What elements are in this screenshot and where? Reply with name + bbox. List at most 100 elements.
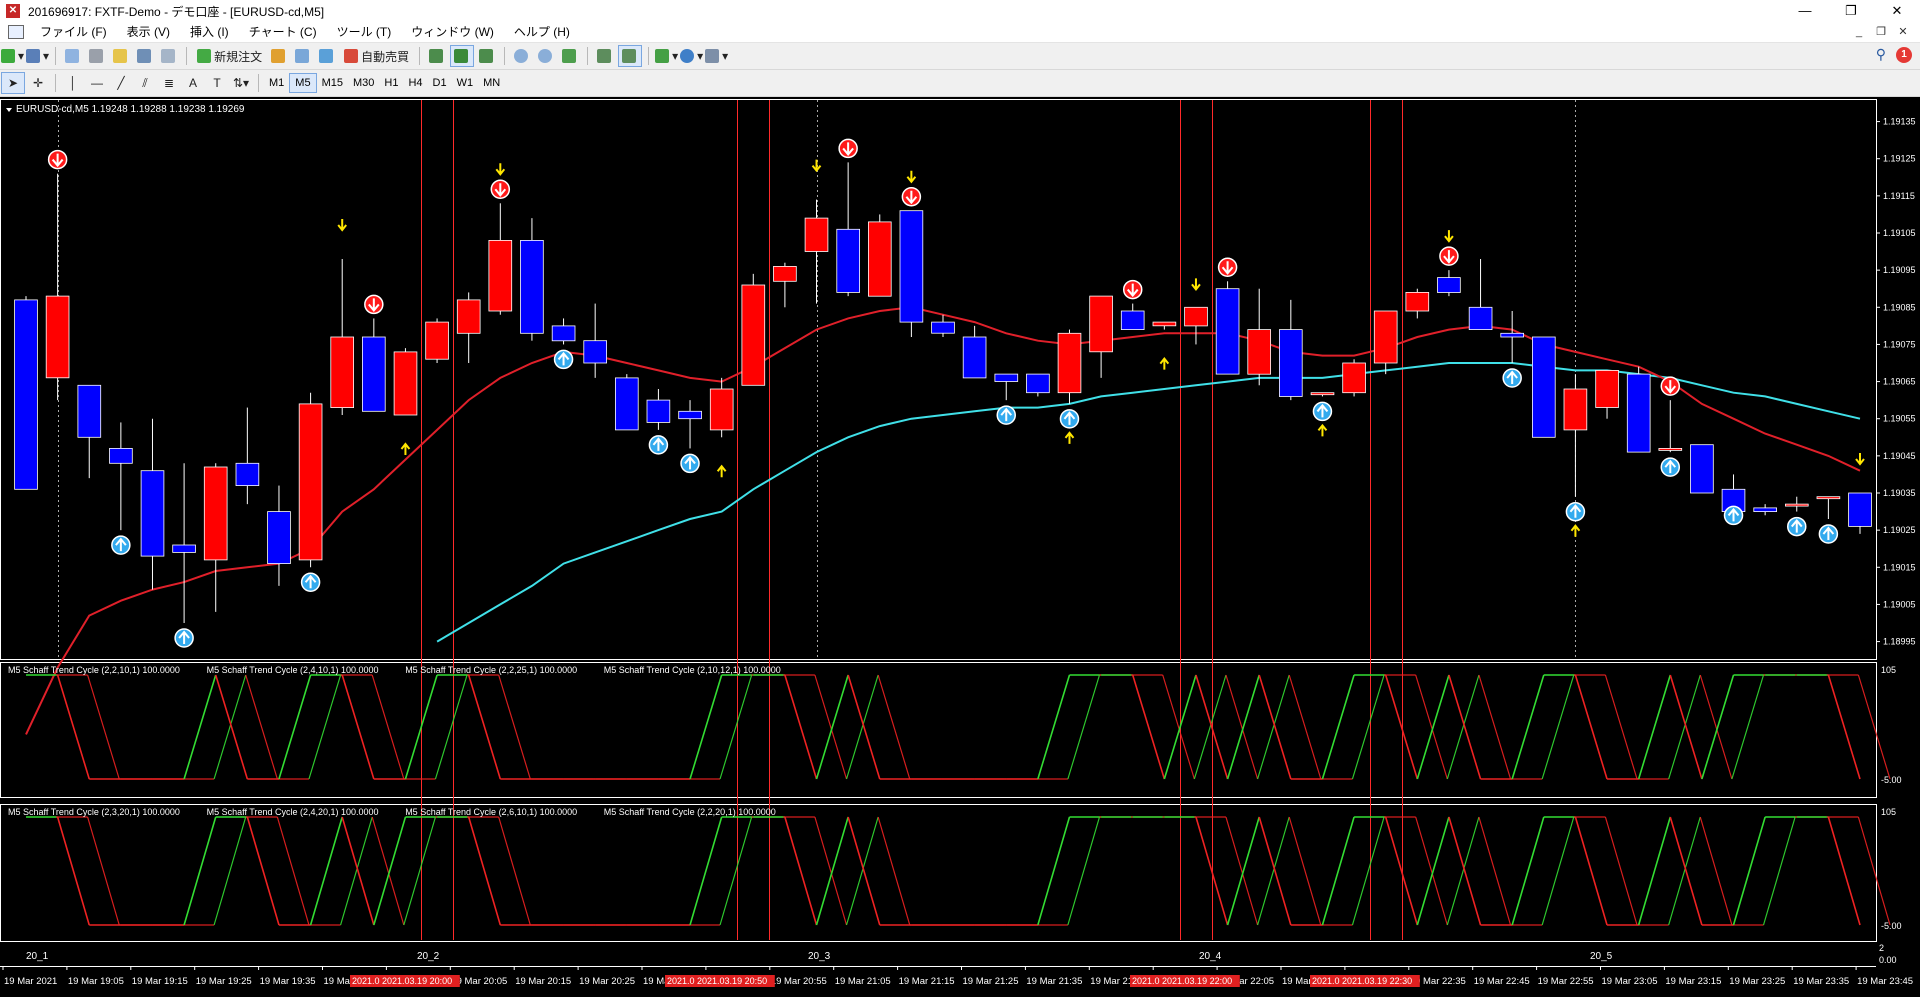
indicator2-label: M5 Schaff Trend Cycle (2,2,20,1) 100.000…	[604, 807, 776, 817]
new-order-label: 新規注文	[214, 49, 263, 64]
mdi-restore-icon[interactable]: ❐	[1870, 22, 1892, 42]
text-label-icon: T	[213, 76, 221, 90]
timeframe-m5[interactable]: M5	[289, 73, 317, 93]
trendline-button[interactable]: ╱	[110, 73, 132, 93]
time-axis-label: 19 Mar 21:25	[963, 976, 1019, 987]
text-button[interactable]: A	[182, 73, 204, 93]
profiles-button[interactable]: ▾	[26, 46, 49, 66]
menu-chart[interactable]: チャート (C)	[239, 22, 327, 42]
zoom-in-button[interactable]	[511, 46, 533, 66]
cursor-button[interactable]: ➤	[1, 72, 25, 94]
timeframe-m1[interactable]: M1	[264, 74, 289, 92]
price-axis-label: 1.19035	[1883, 488, 1916, 498]
timeframe-h1[interactable]: H1	[379, 74, 403, 92]
candle-body	[14, 299, 38, 490]
candlestick-button[interactable]	[450, 45, 475, 67]
menu-view[interactable]: 表示 (V)	[117, 22, 180, 42]
notification-badge[interactable]: 1	[1896, 46, 1912, 63]
vertical-line-button[interactable]: │	[62, 73, 84, 93]
indicator2-axis-max: 105	[1881, 807, 1896, 817]
close-icon[interactable]: ✕	[1874, 0, 1920, 22]
tester-button[interactable]	[158, 46, 180, 66]
candle-body	[1215, 288, 1240, 375]
price-axis-label: 1.18995	[1883, 637, 1916, 647]
auto-trading-button[interactable]: 自動売買	[340, 46, 413, 66]
metaeditor-button[interactable]	[268, 46, 290, 66]
price-axis-label: 1.19095	[1883, 265, 1916, 275]
horizontal-line-button[interactable]: —	[86, 73, 108, 93]
menu-insert[interactable]: 挿入 (I)	[180, 22, 239, 42]
candle-body	[1057, 332, 1082, 394]
time-axis-label: 19 Mar 21:35	[1026, 976, 1082, 987]
candle-body	[298, 403, 323, 561]
restore-icon[interactable]: ❐	[1828, 0, 1874, 22]
price-chart[interactable]: 1.19135 1.19125 1.19115 1.19105 1.19095 1.190…	[0, 97, 1920, 997]
timeframe-h4[interactable]: H4	[403, 74, 427, 92]
menu-help[interactable]: ヘルプ (H)	[504, 22, 580, 42]
price-axis-label: 1.19065	[1883, 377, 1916, 387]
price-axis-label: 1.19085	[1883, 302, 1916, 312]
indicator1-label: M5 Schaff Trend Cycle (2,2,25,1) 100.000…	[405, 665, 577, 675]
indicators-button[interactable]: ▾	[655, 46, 678, 66]
navigator-button[interactable]	[110, 46, 132, 66]
candle-body	[235, 462, 260, 486]
zoom-in-icon	[513, 49, 528, 63]
new-chart-button[interactable]: ▾	[1, 46, 24, 66]
menu-window[interactable]: ウィンドウ (W)	[401, 22, 504, 42]
market-watch-button[interactable]	[62, 46, 84, 66]
text-label-button[interactable]: T	[206, 73, 228, 93]
timeframe-m15[interactable]: M15	[317, 74, 348, 92]
timeframe-m30[interactable]: M30	[348, 74, 379, 92]
periods-button[interactable]: ▾	[680, 46, 703, 66]
arrows-button[interactable]: ⇅▾	[230, 73, 252, 93]
crosshair-button[interactable]: ✛	[27, 73, 49, 93]
timeframe-d1[interactable]: D1	[428, 74, 452, 92]
line-chart-button[interactable]	[476, 46, 498, 66]
tile-windows-button[interactable]	[559, 46, 581, 66]
market-icon	[318, 49, 333, 63]
candle-body	[994, 373, 1019, 382]
mdi-minimize-icon[interactable]: _	[1848, 22, 1870, 42]
price-axis-label: 1.19075	[1883, 339, 1916, 349]
time-axis-label: 19 Mar 22:55	[1538, 976, 1594, 987]
timeframe-w1[interactable]: W1	[452, 74, 479, 92]
time-highlight-label: 2021.0 2021.03.19 22:30	[1312, 976, 1412, 986]
terminal-button[interactable]	[134, 46, 156, 66]
zoom-out-button[interactable]	[535, 46, 557, 66]
equidistant-channel-button[interactable]: ⫽	[134, 73, 156, 93]
time-axis-label: 19 Mar 19:35	[260, 976, 316, 987]
data-window-button[interactable]	[86, 46, 108, 66]
document-icon	[8, 25, 24, 39]
channel-icon: ⫽	[142, 75, 148, 90]
cursor-icon: ➤	[7, 76, 19, 90]
candle-body	[1532, 336, 1556, 438]
candle-body	[678, 410, 702, 420]
minimize-icon[interactable]: —	[1782, 0, 1828, 22]
signals-button[interactable]	[292, 46, 314, 66]
price-axis-label: 1.19045	[1883, 451, 1916, 461]
menu-file[interactable]: ファイル (F)	[30, 22, 117, 42]
search-icon[interactable]: ⚲	[1876, 46, 1886, 63]
title-bar: ✕ 201696917: FXTF-Demo - デモ口座 - [EURUSD-…	[0, 0, 1920, 22]
tile-icon	[561, 49, 576, 63]
fibonacci-button[interactable]: ≣	[158, 73, 180, 93]
time-axis-label: 19 Mar 23:35	[1793, 976, 1849, 987]
chart-window[interactable]: 1.19135 1.19125 1.19115 1.19105 1.19095 1.190…	[0, 97, 1920, 997]
time-axis-label: 19 Mar 20:15	[515, 976, 571, 987]
candle-body	[330, 336, 354, 408]
timeframe-mn[interactable]: MN	[478, 74, 505, 92]
price-axis-label: 1.19055	[1883, 414, 1916, 424]
chart-shift-button[interactable]	[594, 46, 616, 66]
bar-chart-button[interactable]	[426, 46, 448, 66]
corner-value: 0.00	[1879, 955, 1897, 965]
menu-tools[interactable]: ツール (T)	[327, 22, 402, 42]
time-axis-label: 19 Mar 23:05	[1602, 976, 1658, 987]
autoscroll-button[interactable]	[618, 45, 643, 67]
new-order-button[interactable]: 新規注文	[193, 46, 266, 66]
market-button[interactable]	[316, 46, 338, 66]
mdi-close-icon[interactable]: ✕	[1892, 22, 1914, 42]
candle-body	[488, 239, 513, 312]
market-watch-icon	[64, 49, 79, 63]
indicator1-axis-max: 105	[1881, 665, 1896, 675]
templates-button[interactable]: ▾	[705, 46, 728, 66]
